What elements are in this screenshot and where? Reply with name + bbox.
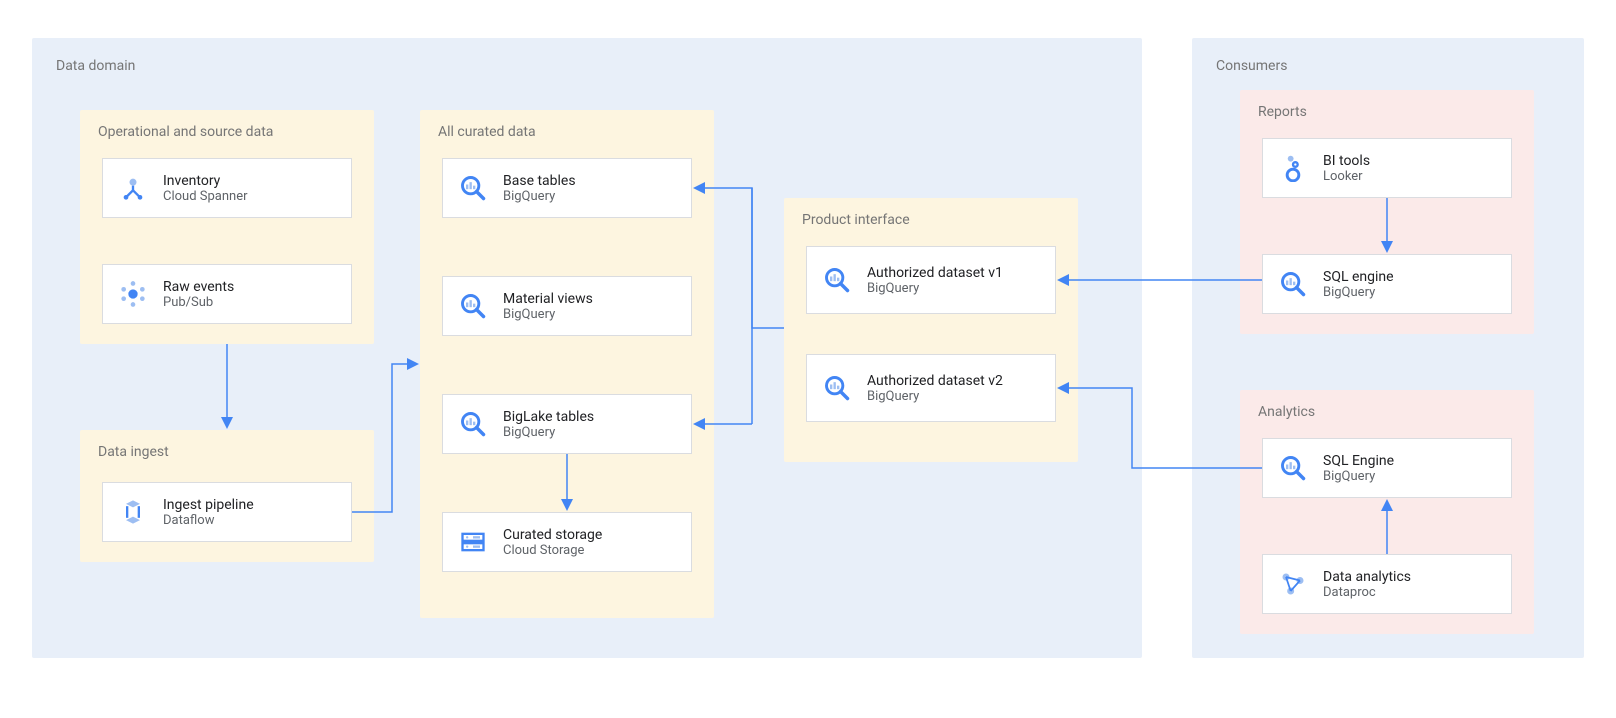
label-operational: Operational and source data bbox=[98, 124, 273, 140]
card-subtitle: Pub/Sub bbox=[163, 295, 234, 310]
card-title: Curated storage bbox=[503, 527, 602, 543]
bigquery-icon bbox=[457, 290, 489, 322]
label-consumers: Consumers bbox=[1216, 58, 1287, 74]
card-sql-engine-analytics: SQL Engine BigQuery bbox=[1262, 438, 1512, 498]
card-subtitle: Cloud Spanner bbox=[163, 189, 248, 204]
card-base-tables: Base tables BigQuery bbox=[442, 158, 692, 218]
card-subtitle: BigQuery bbox=[503, 189, 576, 204]
card-auth-v1: Authorized dataset v1 BigQuery bbox=[806, 246, 1056, 314]
card-ingest-pipeline: Ingest pipeline Dataflow bbox=[102, 482, 352, 542]
pubsub-icon bbox=[117, 278, 149, 310]
bigquery-icon bbox=[821, 372, 853, 404]
card-title: BigLake tables bbox=[503, 409, 594, 425]
card-data-analytics: Data analytics Dataproc bbox=[1262, 554, 1512, 614]
label-data-ingest: Data ingest bbox=[98, 444, 169, 460]
diagram-canvas: Data domain Consumers Operational and so… bbox=[32, 38, 1584, 658]
card-subtitle: BigQuery bbox=[867, 389, 1003, 404]
card-title: Base tables bbox=[503, 173, 576, 189]
card-subtitle: BigQuery bbox=[1323, 469, 1394, 484]
spanner-icon bbox=[117, 172, 149, 204]
cloud-storage-icon bbox=[457, 526, 489, 558]
card-sql-engine-reports: SQL engine BigQuery bbox=[1262, 254, 1512, 314]
card-raw-events: Raw events Pub/Sub bbox=[102, 264, 352, 324]
card-subtitle: BigQuery bbox=[503, 307, 593, 322]
card-title: Authorized dataset v1 bbox=[867, 265, 1003, 281]
label-analytics: Analytics bbox=[1258, 404, 1315, 420]
card-subtitle: Dataflow bbox=[163, 513, 254, 528]
card-subtitle: BigQuery bbox=[503, 425, 594, 440]
bigquery-icon bbox=[1277, 452, 1309, 484]
card-subtitle: Cloud Storage bbox=[503, 543, 602, 558]
card-material-views: Material views BigQuery bbox=[442, 276, 692, 336]
card-title: SQL Engine bbox=[1323, 453, 1394, 469]
card-title: SQL engine bbox=[1323, 269, 1394, 285]
bigquery-icon bbox=[457, 172, 489, 204]
group-product-interface: Product interface bbox=[784, 198, 1078, 462]
card-inventory: Inventory Cloud Spanner bbox=[102, 158, 352, 218]
card-biglake-tables: BigLake tables BigQuery bbox=[442, 394, 692, 454]
card-subtitle: Dataproc bbox=[1323, 585, 1411, 600]
card-subtitle: BigQuery bbox=[867, 281, 1003, 296]
card-title: Inventory bbox=[163, 173, 248, 189]
card-title: BI tools bbox=[1323, 153, 1370, 169]
label-curated: All curated data bbox=[438, 124, 536, 140]
dataproc-icon bbox=[1277, 568, 1309, 600]
card-title: Data analytics bbox=[1323, 569, 1411, 585]
card-title: Material views bbox=[503, 291, 593, 307]
card-curated-storage: Curated storage Cloud Storage bbox=[442, 512, 692, 572]
label-reports: Reports bbox=[1258, 104, 1307, 120]
bigquery-icon bbox=[821, 264, 853, 296]
card-auth-v2: Authorized dataset v2 BigQuery bbox=[806, 354, 1056, 422]
card-title: Raw events bbox=[163, 279, 234, 295]
dataflow-icon bbox=[117, 496, 149, 528]
card-subtitle: BigQuery bbox=[1323, 285, 1394, 300]
label-product-interface: Product interface bbox=[802, 212, 910, 228]
card-subtitle: Looker bbox=[1323, 169, 1370, 184]
card-title: Authorized dataset v2 bbox=[867, 373, 1003, 389]
card-bi-tools: BI tools Looker bbox=[1262, 138, 1512, 198]
bigquery-icon bbox=[1277, 268, 1309, 300]
label-data-domain: Data domain bbox=[56, 58, 135, 74]
card-title: Ingest pipeline bbox=[163, 497, 254, 513]
bigquery-icon bbox=[457, 408, 489, 440]
looker-icon bbox=[1277, 152, 1309, 184]
